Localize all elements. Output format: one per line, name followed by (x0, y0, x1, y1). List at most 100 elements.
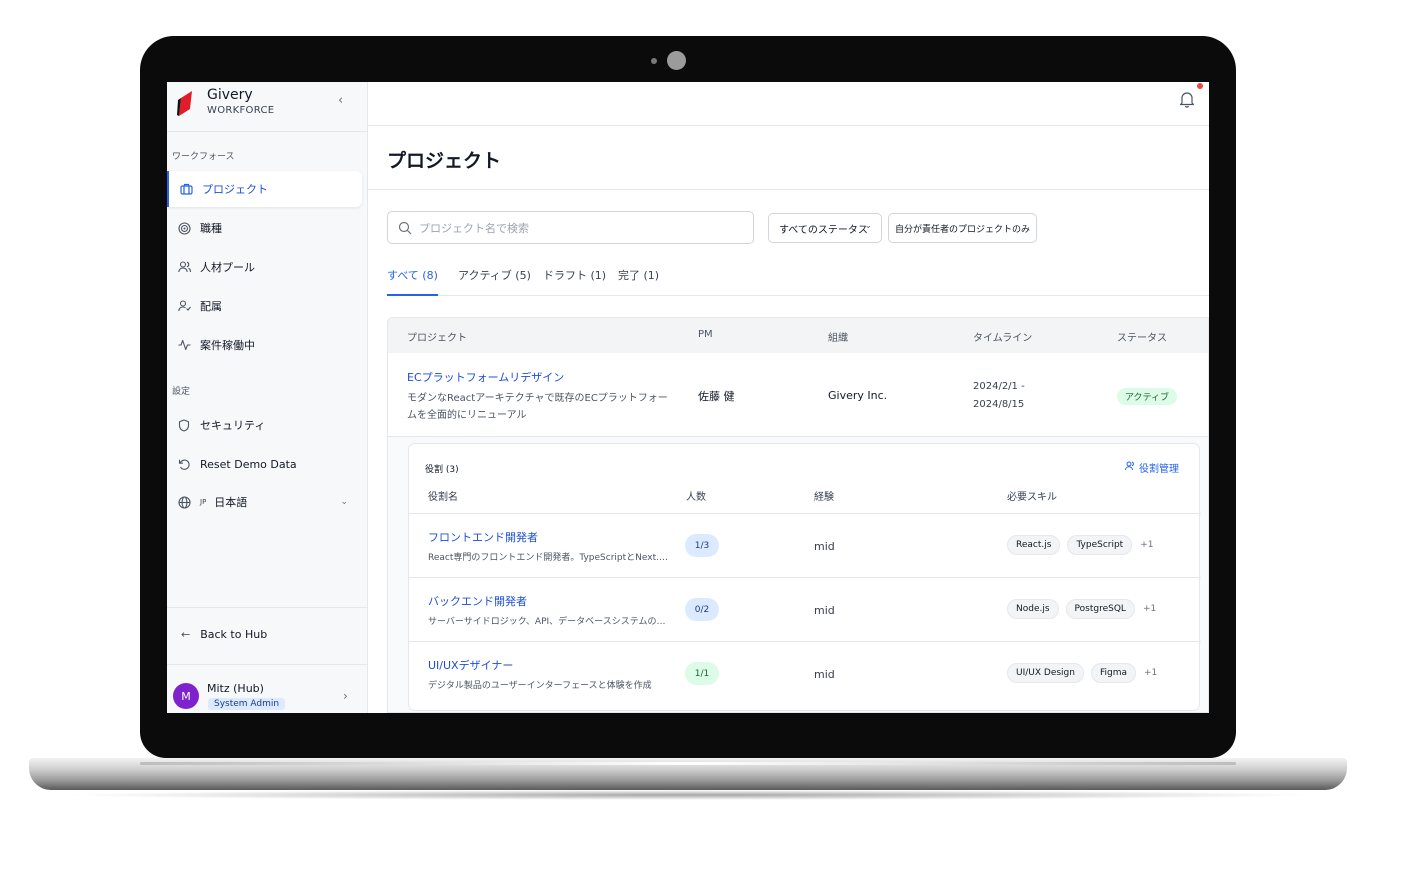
tab-active[interactable]: アクティブ (5) (458, 267, 531, 296)
camera (667, 51, 686, 70)
sidebar-item-label: 配属 (200, 300, 222, 313)
project-pm: 佐藤 健 (698, 390, 735, 403)
search-icon (398, 221, 412, 235)
back-to-hub-label: Back to Hub (200, 628, 268, 641)
role-description: サーバーサイドロジック、API、データベースシステムの開発 (428, 617, 668, 627)
users-icon (1125, 461, 1135, 474)
sidebar-item-security[interactable]: セキュリティ (167, 407, 362, 443)
project-timeline: 2024/2/1 - 2024/8/15 (973, 381, 1025, 410)
globe-icon (177, 495, 191, 509)
column-header-skills: 必要スキル (1007, 492, 1057, 503)
sidebar-divider (167, 664, 368, 665)
table-row[interactable]: ECプラットフォームリデザイン モダンなReactアーキテクチャで既存のECプラ… (388, 353, 1208, 437)
skill-tag: React.js (1007, 535, 1061, 555)
status-filter-label: すべてのステータス (779, 224, 868, 236)
section-label-workforce: ワークフォース (172, 152, 235, 162)
user-name[interactable]: Mitz (Hub) (207, 682, 264, 695)
project-org: Givery Inc. (828, 389, 888, 402)
sidebar-item-projects[interactable]: プロジェクト (167, 171, 362, 207)
roles-panel: 役割 (3) 役割管理 役割名 人数 経験 必要スキル フロントエンド開発者 R… (408, 443, 1201, 711)
users-icon (177, 260, 191, 274)
column-header-pm: PM (698, 329, 713, 340)
manage-roles-button[interactable]: 役割管理 (1125, 460, 1179, 475)
skills-list: Node.js PostgreSQL +1 (1007, 599, 1156, 619)
role-name-link[interactable]: フロントエンド開発者 (428, 529, 538, 545)
role-name-link[interactable]: UI/UXデザイナー (428, 657, 513, 673)
table-row[interactable]: フロントエンド開発者 React専門のフロントエンド開発者。TypeScript… (409, 514, 1201, 578)
laptop-mockup: Givery WORKFORCE ‹ ワークフォース プロジェクト 職種 人材プ… (0, 0, 1409, 891)
laptop-base-highlight (140, 762, 1236, 765)
column-header-headcount: 人数 (686, 492, 706, 503)
avatar[interactable]: M (173, 683, 199, 709)
role-description: React専門のフロントエンド開発者。TypeScriptとNext.jsの経験… (428, 553, 668, 563)
skills-list: React.js TypeScript +1 (1007, 535, 1154, 555)
chevron-right-icon[interactable]: › (343, 689, 348, 703)
sidebar-item-assignment[interactable]: 配属 (167, 288, 362, 324)
search-box (387, 211, 754, 244)
column-header-role-name: 役割名 (428, 492, 458, 503)
refresh-icon (177, 457, 191, 471)
column-header-status: ステータス (1117, 333, 1167, 344)
my-projects-only-button[interactable]: 自分が責任者のプロジェクトのみ (888, 213, 1037, 243)
sidebar-divider (167, 607, 368, 608)
activity-icon (177, 338, 191, 352)
headcount-badge: 0/2 (685, 598, 719, 621)
skills-list: UI/UX Design Figma +1 (1007, 663, 1157, 683)
sidebar: Givery WORKFORCE ‹ ワークフォース プロジェクト 職種 人材プ… (167, 82, 368, 713)
givery-logo-icon (177, 91, 192, 116)
language-selector[interactable]: JP 日本語 ⌄ (167, 484, 362, 520)
collapse-sidebar-icon[interactable]: ‹ (338, 93, 343, 108)
page-title: プロジェクト (387, 150, 502, 172)
sidebar-item-active-cases[interactable]: 案件稼働中 (167, 327, 362, 363)
more-skills-count: +1 (1140, 540, 1154, 550)
status-badge: アクティブ (1117, 388, 1178, 405)
sidebar-item-label: プロジェクト (202, 183, 268, 196)
status-filter-select[interactable]: すべてのステータス ⌄ (768, 213, 882, 243)
table-row[interactable]: バックエンド開発者 サーバーサイドロジック、API、データベースシステムの開発 … (409, 578, 1201, 642)
app-screen: Givery WORKFORCE ‹ ワークフォース プロジェクト 職種 人材プ… (167, 82, 1209, 713)
user-check-icon (177, 299, 191, 313)
project-name-link[interactable]: ECプラットフォームリデザイン (407, 369, 564, 385)
table-row[interactable]: UI/UXデザイナー デジタル製品のユーザーインターフェースと体験を作成 1/1… (409, 642, 1201, 706)
top-bar (368, 82, 1209, 126)
more-skills-count: +1 (1142, 604, 1157, 614)
camera-sensor (651, 58, 657, 64)
shield-icon (177, 418, 191, 432)
column-header-timeline: タイムライン (973, 333, 1033, 344)
roles-title: 役割 (3) (425, 465, 459, 475)
tab-completed[interactable]: 完了 (1) (618, 267, 659, 296)
sidebar-item-reset-demo[interactable]: Reset Demo Data (167, 446, 362, 482)
target-icon (177, 221, 191, 235)
section-label-settings: 設定 (172, 387, 191, 397)
brand-header: Givery WORKFORCE ‹ (167, 82, 368, 132)
sidebar-item-label: セキュリティ (200, 419, 266, 432)
status-tabs: すべて (8) アクティブ (5) ドラフト (1) 完了 (1) (387, 267, 1209, 296)
laptop-shadow (60, 790, 1318, 800)
projects-table: プロジェクト PM 組織 タイムライン ステータス ECプラットフォームリデザイ… (387, 317, 1209, 713)
title-divider (368, 189, 1209, 190)
project-description: モダンなReactアーキテクチャで既存のECプラットフォームを全面的にリニューア… (407, 393, 668, 421)
experience-level: mid (814, 604, 835, 617)
briefcase-icon (179, 182, 193, 196)
notification-dot (1197, 83, 1203, 89)
skill-tag: UI/UX Design (1007, 663, 1084, 683)
role-description: デジタル製品のユーザーインターフェースと体験を作成 (428, 681, 652, 691)
tab-all[interactable]: すべて (8) (387, 267, 438, 296)
sidebar-item-label: 職種 (200, 222, 222, 235)
brand-subtitle: WORKFORCE (207, 105, 275, 116)
sidebar-item-job-types[interactable]: 職種 (167, 210, 362, 246)
sidebar-item-talent-pool[interactable]: 人材プール (167, 249, 362, 285)
bell-icon[interactable] (1179, 90, 1195, 108)
search-input[interactable] (419, 219, 739, 237)
manage-roles-label: 役割管理 (1139, 464, 1179, 475)
role-name-link[interactable]: バックエンド開発者 (428, 593, 527, 609)
skill-tag: Figma (1090, 663, 1136, 683)
experience-level: mid (814, 668, 835, 681)
back-to-hub-link[interactable]: ← Back to Hub (181, 628, 267, 641)
arrow-left-icon: ← (181, 628, 191, 641)
sidebar-item-label: Reset Demo Data (200, 457, 297, 471)
chevron-down-icon: ⌄ (340, 497, 348, 507)
sidebar-item-label: 案件稼働中 (200, 339, 255, 352)
user-role-badge: System Admin (208, 698, 286, 710)
tab-draft[interactable]: ドラフト (1) (543, 267, 606, 296)
